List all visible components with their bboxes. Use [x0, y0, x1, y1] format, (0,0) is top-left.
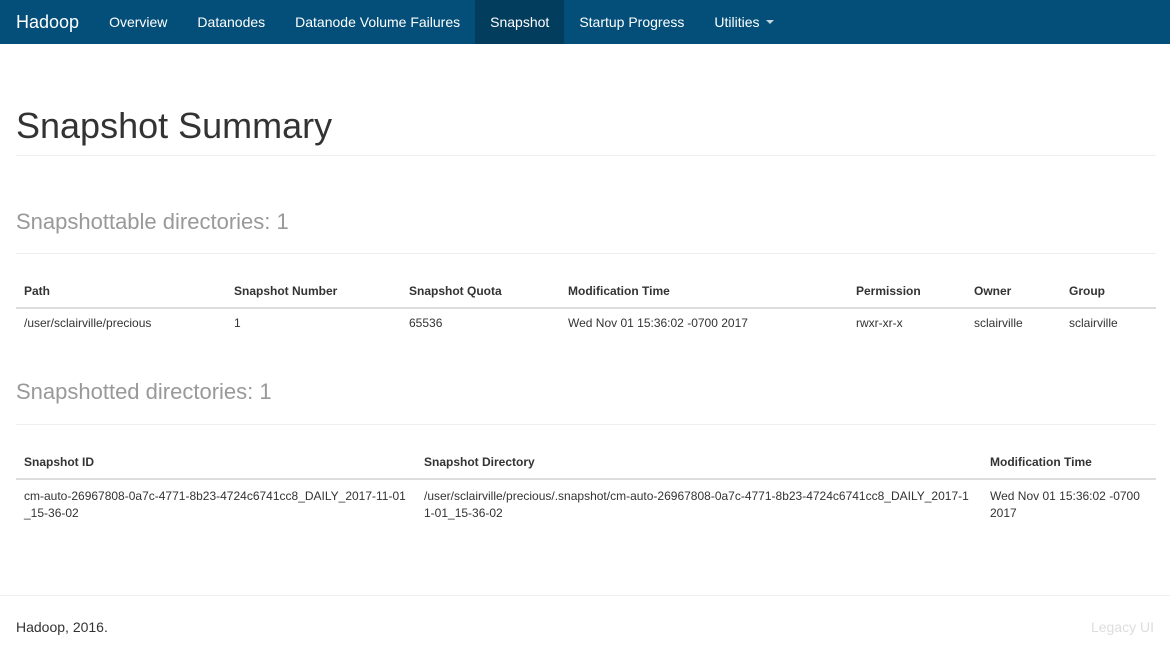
table-row: /user/sclairville/precious 1 65536 Wed N… [16, 308, 1156, 332]
cell-permission: rwxr-xr-x [856, 316, 903, 331]
footer: Hadoop, 2016. Legacy UI [0, 595, 1170, 635]
nav-datanode-volume-failures[interactable]: Datanode Volume Failures [280, 0, 475, 44]
cell-modification-time: Wed Nov 01 15:36:02 -0700 2017 [568, 316, 748, 331]
col-modification-time[interactable]: Modification Time [560, 274, 848, 310]
col-snapshot-id[interactable]: Snapshot ID [16, 445, 416, 481]
table-row: cm-auto-26967808-0a7c-4771-8b23-4724c674… [16, 479, 1156, 522]
cell-group: sclairville [1069, 316, 1118, 331]
col-path[interactable]: Path [16, 274, 226, 310]
table-header-row: Snapshot ID Snapshot Directory Modificat… [16, 445, 1156, 481]
snapshottable-heading: Snapshottable directories: 1 [16, 209, 289, 234]
caret-down-icon [765, 20, 774, 24]
cell-snapshot-id: cm-auto-26967808-0a7c-4771-8b23-4724c674… [24, 489, 406, 521]
cell-snapshot-directory: /user/sclairville/precious/.snapshot/cm-… [424, 489, 969, 521]
col-snapshot-quota[interactable]: Snapshot Quota [401, 274, 560, 310]
cell-owner: sclairville [974, 316, 1023, 331]
snapshottable-table: Path Snapshot Number Snapshot Quota Modi… [16, 274, 1156, 332]
nav-utilities-dropdown[interactable]: Utilities [699, 0, 788, 44]
col-snapshot-number[interactable]: Snapshot Number [226, 274, 401, 310]
cell-modification-time: Wed Nov 01 15:36:02 -0700 2017 [990, 489, 1140, 521]
snapshotted-table: Snapshot ID Snapshot Directory Modificat… [16, 445, 1156, 522]
footer-copyright: Hadoop, 2016. [16, 619, 108, 635]
col-snapshot-directory[interactable]: Snapshot Directory [416, 445, 982, 481]
brand-link[interactable]: Hadoop [0, 0, 94, 44]
main-content: Snapshot Summary Snapshottable directori… [0, 44, 1170, 522]
cell-path: /user/sclairville/precious [24, 316, 152, 331]
snapshotted-heading: Snapshotted directories: 1 [16, 379, 272, 405]
col-permission[interactable]: Permission [848, 274, 966, 310]
col-modification-time[interactable]: Modification Time [982, 445, 1156, 481]
legacy-ui-link[interactable]: Legacy UI [1091, 619, 1154, 635]
col-owner[interactable]: Owner [966, 274, 1061, 310]
nav-overview[interactable]: Overview [94, 0, 182, 44]
cell-snapshot-number: 1 [234, 316, 241, 331]
page-title: Snapshot Summary [16, 105, 333, 146]
col-group[interactable]: Group [1061, 274, 1156, 310]
table-header-row: Path Snapshot Number Snapshot Quota Modi… [16, 274, 1156, 310]
nav-utilities-label: Utilities [714, 14, 760, 30]
top-navbar: Hadoop Overview Datanodes Datanode Volum… [0, 0, 1170, 44]
nav-startup-progress[interactable]: Startup Progress [564, 0, 699, 44]
cell-snapshot-quota: 65536 [409, 316, 443, 331]
nav-datanodes[interactable]: Datanodes [182, 0, 280, 44]
nav-snapshot[interactable]: Snapshot [475, 0, 565, 44]
